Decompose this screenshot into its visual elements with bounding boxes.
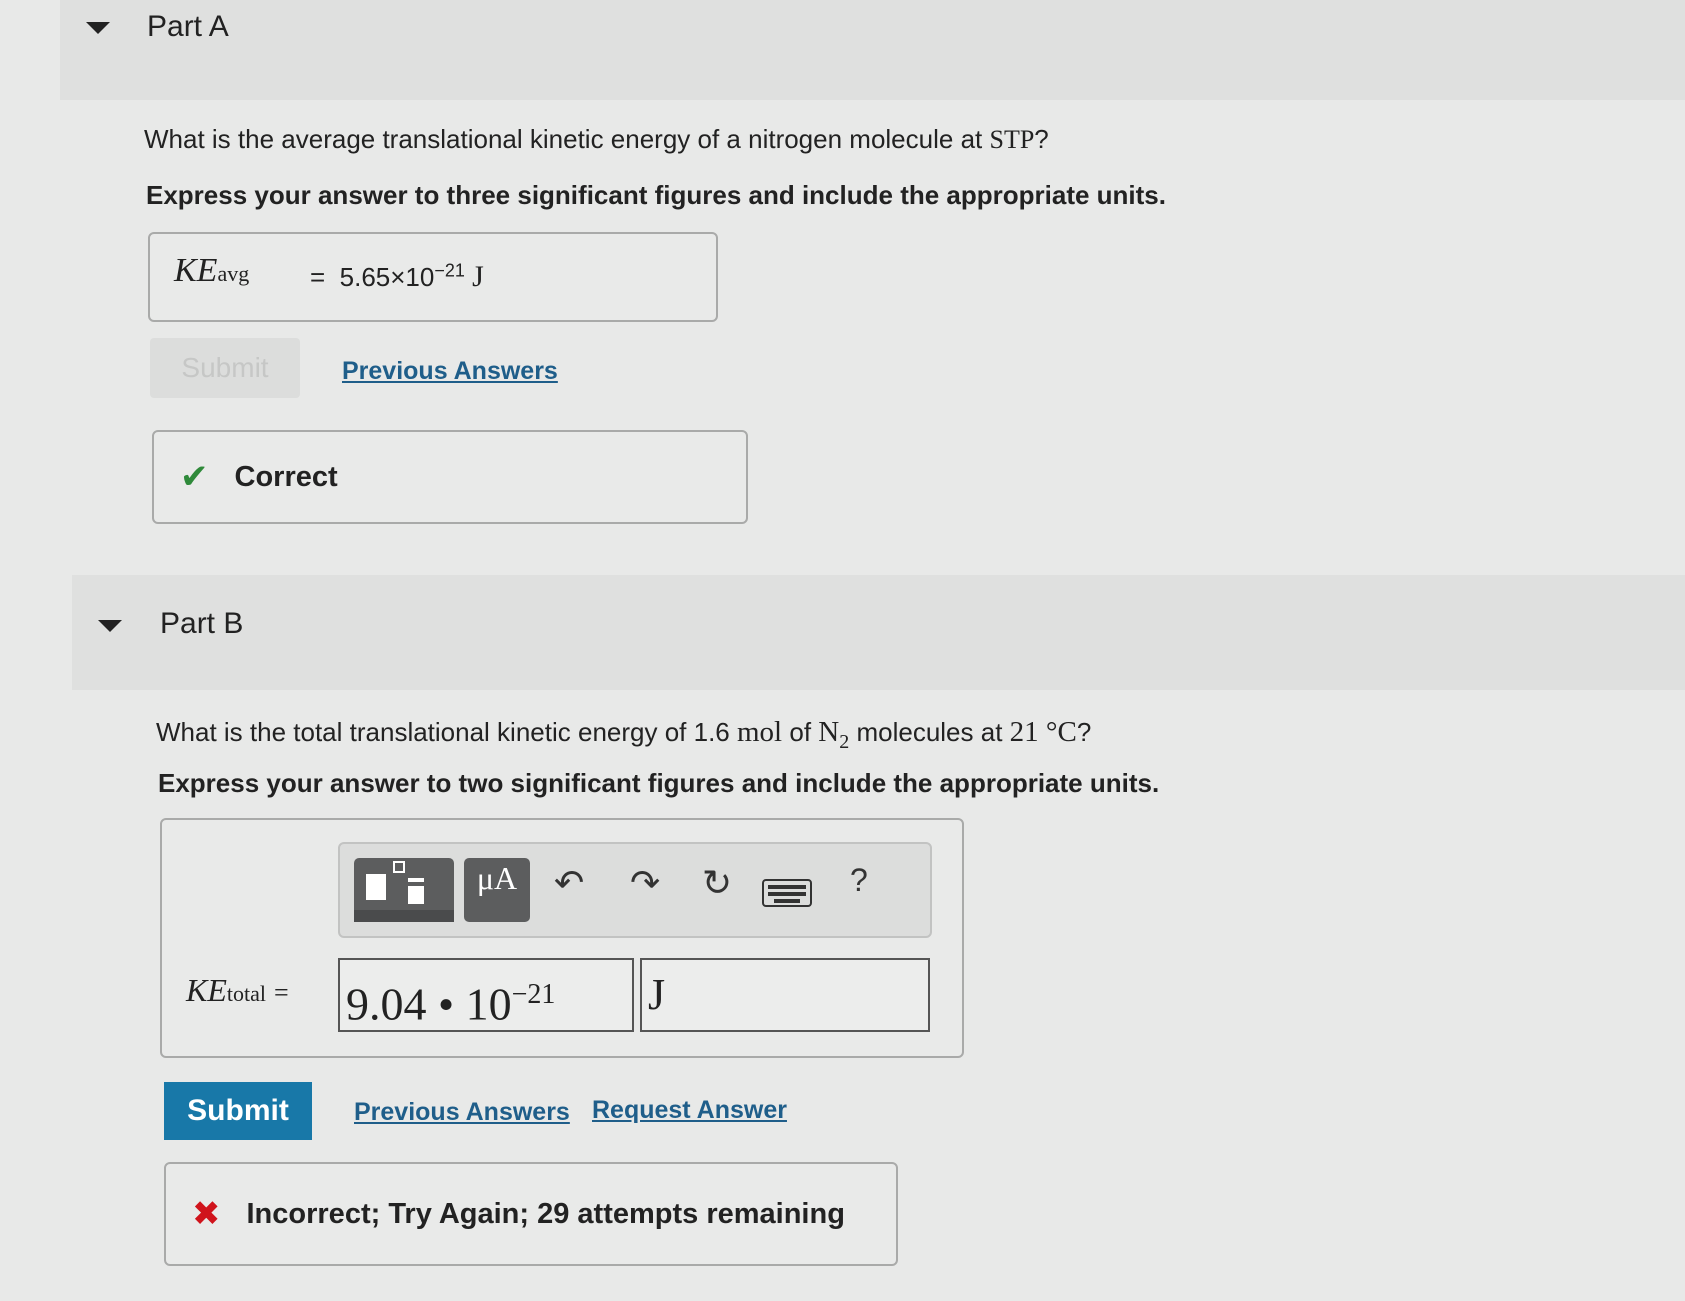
answer-variable: KEavg [174, 252, 249, 290]
part-b-answer-area: μA ↶ ↷ ↻ ? KEtotal = 9.04 • 10−21 J [160, 818, 964, 1058]
part-b-instruction: Express your answer to two significant f… [158, 768, 1160, 798]
question-text-molecules: molecules at [856, 717, 1003, 747]
checkmark-icon: ✔ [180, 458, 209, 496]
collapse-part-a-icon[interactable] [86, 22, 110, 34]
variable-subscript: avg [217, 261, 250, 286]
part-b-submit-button[interactable]: Submit [164, 1082, 312, 1140]
question-text-of: of [789, 717, 812, 747]
question-term: STP [989, 125, 1035, 154]
question-mark: ? [1034, 124, 1049, 154]
answer-variable: KEtotal = [186, 972, 289, 1009]
undo-icon[interactable]: ↶ [554, 862, 584, 904]
templates-button[interactable] [354, 858, 454, 922]
part-a-title: Part A [147, 10, 229, 43]
question-text: What is the total translational kinetic … [156, 717, 730, 747]
part-a-question: What is the average translational kineti… [144, 124, 1049, 155]
part-b-title: Part B [160, 607, 244, 640]
part-a-submit-button-disabled: Submit [150, 338, 300, 398]
question-temperature: 21 °C [1009, 716, 1077, 748]
part-b-header[interactable] [72, 575, 1685, 690]
value-unit: J [472, 260, 484, 293]
value-text: 9.04 • 10 [346, 978, 512, 1030]
answer-unit-input[interactable]: J [640, 958, 930, 1032]
math-toolbar: μA ↶ ↷ ↻ ? [338, 842, 932, 938]
units-button[interactable]: μA [464, 858, 530, 922]
cross-icon: ✖ [192, 1195, 221, 1233]
variable-subscript: total [226, 981, 266, 1006]
question-species: N [818, 716, 840, 748]
feedback-text: Incorrect; Try Again; 29 attempts remain… [246, 1197, 845, 1230]
part-a-answer-display: KEavg = 5.65×10−21 J [148, 232, 718, 322]
value-exponent: −21 [511, 979, 556, 1010]
feedback-text: Correct [234, 460, 338, 493]
question-species-subscript: 2 [839, 730, 850, 753]
answer-value-input[interactable]: 9.04 • 10−21 [338, 958, 634, 1032]
equals-sign: = [310, 262, 326, 292]
part-b-question: What is the total translational kinetic … [156, 716, 1091, 754]
value-exponent: −21 [434, 260, 465, 281]
question-text: What is the average translational kineti… [144, 124, 990, 154]
keyboard-glyph [762, 879, 812, 907]
answer-value: = 5.65×10−21 J [310, 260, 484, 294]
question-unit: mol [737, 716, 783, 748]
keyboard-icon[interactable] [762, 874, 812, 916]
variable-symbol: KE [186, 972, 227, 1008]
help-button[interactable]: ? [850, 862, 868, 899]
value-mantissa: 5.65×10 [339, 262, 435, 292]
part-a-previous-answers-link[interactable]: Previous Answers [342, 357, 558, 386]
part-b-previous-answers-link[interactable]: Previous Answers [354, 1098, 570, 1127]
collapse-part-b-icon[interactable] [98, 620, 122, 632]
part-a-header[interactable] [60, 0, 1685, 100]
templates-icon [354, 861, 454, 922]
variable-symbol: KE [174, 252, 218, 289]
redo-icon[interactable]: ↷ [630, 862, 660, 904]
request-answer-link[interactable]: Request Answer [592, 1096, 787, 1125]
question-mark: ? [1076, 717, 1092, 747]
equals-sign: = [274, 978, 289, 1007]
reset-icon[interactable]: ↻ [702, 862, 732, 904]
part-a-instruction: Express your answer to three significant… [146, 180, 1166, 210]
part-a-feedback: ✔ Correct [152, 430, 748, 524]
part-b-feedback: ✖ Incorrect; Try Again; 29 attempts rema… [164, 1162, 898, 1266]
